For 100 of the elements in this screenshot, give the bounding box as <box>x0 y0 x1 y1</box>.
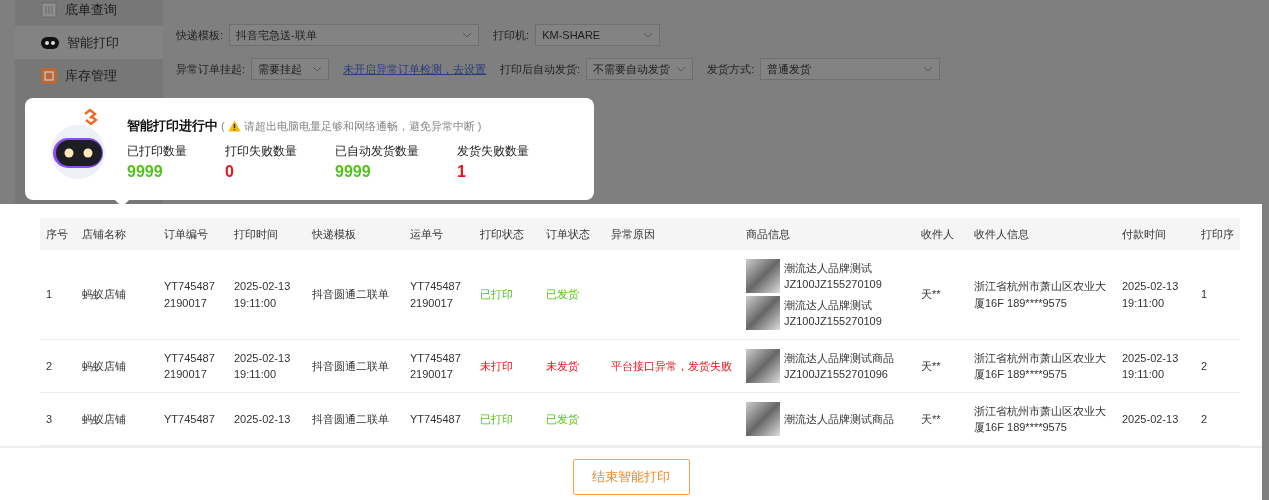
table-cell: 抖音圆通二联单 <box>312 359 389 372</box>
column-header: 收件人 <box>915 218 968 250</box>
caret-icon <box>462 32 473 38</box>
table-cell: 天** <box>921 288 941 301</box>
table-cell: 天** <box>921 359 941 372</box>
table-cell: 2 <box>1201 412 1208 425</box>
column-header: 快递模板 <box>306 218 404 250</box>
table-cell: YT745487 2190017 <box>410 351 461 380</box>
sidebar-item[interactable]: 智能打印 <box>15 26 163 59</box>
sidebar-item[interactable]: 底单查询 <box>15 0 163 26</box>
table-cell: 1 <box>1201 288 1208 301</box>
stat-label: 发货失败数量 <box>457 142 529 160</box>
column-header: 收件人信息 <box>968 218 1116 250</box>
popup-title: 智能打印进行中 <box>127 117 218 135</box>
status-text: 已打印 <box>480 288 513 301</box>
table-cell: 蚂蚁店铺 <box>82 288 126 301</box>
status-text: 未打印 <box>480 359 513 372</box>
table-cell: 2 <box>46 359 53 372</box>
stat-value: 0 <box>225 161 235 182</box>
table-cell: 2025-02-13 19:11:00 <box>1122 351 1179 380</box>
select-field[interactable]: 普通发货 <box>760 58 941 80</box>
table-cell: 天** <box>921 412 941 425</box>
select-field[interactable]: KM-SHARE <box>535 24 661 46</box>
stat-label: 打印失败数量 <box>225 142 297 160</box>
stat-label: 已自动发货数量 <box>335 142 419 160</box>
sidebar-label: 智能打印 <box>67 33 119 52</box>
sidebar-label: 库存管理 <box>65 66 117 85</box>
field-label: 打印后自动发货: <box>500 61 581 77</box>
table-cell: YT745487 2190017 <box>410 280 461 309</box>
stat-value: 1 <box>457 161 467 182</box>
table-cell: 蚂蚁店铺 <box>82 412 126 425</box>
product-name: 潮流达人品牌测试 <box>784 297 873 313</box>
warning-icon <box>227 119 241 132</box>
caret-icon <box>676 66 687 72</box>
end-print-button[interactable]: 结束智能打印 <box>572 459 690 495</box>
product-name: 潮流达人品牌测试商品 <box>784 350 894 366</box>
product-sku: JZ100JZ1552701096 <box>784 367 889 382</box>
product-sku: JZ100JZ155270109 <box>784 314 882 329</box>
status-text: 已打印 <box>480 412 513 425</box>
photo-placeholder <box>746 259 780 293</box>
field-label: 异常订单挂起: <box>176 61 246 77</box>
select-field[interactable]: 需要挂起 <box>251 58 330 80</box>
photo-placeholder <box>746 296 780 330</box>
column-header: 打印时间 <box>228 218 306 250</box>
table-cell: 蚂蚁店铺 <box>82 359 126 372</box>
table-cell: YT745487 2190017 <box>164 280 215 309</box>
field-label: 快递模板: <box>176 27 224 43</box>
table-cell: 2 <box>1201 359 1208 372</box>
table-cell: 抖音圆通二联单 <box>312 288 389 301</box>
table-cell: YT745487 <box>410 412 461 425</box>
stat-label: 已打印数量 <box>127 142 187 160</box>
table-cell: 1 <box>46 288 53 301</box>
list-icon <box>41 1 57 18</box>
status-text: 已发货 <box>546 412 579 425</box>
column-header: 订单状态 <box>540 218 605 250</box>
column-header: 打印状态 <box>474 218 540 250</box>
status-text: 已发货 <box>546 288 579 301</box>
product-sku: JZ100JZ155270109 <box>784 277 882 292</box>
field-label: 发货方式: <box>707 61 755 77</box>
table-cell: 3 <box>46 412 53 425</box>
caret-icon <box>312 66 323 72</box>
product-name: 潮流达人品牌测试商品 <box>784 411 894 427</box>
column-header: 序号 <box>40 218 76 250</box>
table-cell: 2025-02-13 19:11:00 <box>234 351 291 380</box>
table-cell: 2025-02-13 19:11:00 <box>234 280 291 309</box>
stat-value: 9999 <box>127 161 164 182</box>
warning-text: 请超出电脑电量足够和网络通畅，避免异常中断 <box>243 118 475 134</box>
paren-text: ( <box>221 118 225 134</box>
settings-link[interactable]: 未开启异常订单检测，去设置 <box>343 60 487 78</box>
column-header: 异常原因 <box>605 218 740 250</box>
paren-text: ) <box>477 118 482 134</box>
table-cell: 2025-02-13 <box>1122 412 1179 425</box>
sidebar-item[interactable]: 库存管理 <box>15 59 163 92</box>
column-header: 商品信息 <box>740 218 915 250</box>
box-icon <box>41 67 57 84</box>
column-header: 付款时间 <box>1116 218 1195 250</box>
status-text: 未发货 <box>546 359 579 372</box>
field-label: 打印机: <box>493 27 530 43</box>
product-name: 潮流达人品牌测试 <box>784 260 873 276</box>
stat-value: 9999 <box>335 161 372 182</box>
select-field[interactable]: 不需要自动发货 <box>586 58 694 80</box>
table-cell: 2025-02-13 <box>234 412 291 425</box>
column-header: 店铺名称 <box>76 218 158 250</box>
column-header: 订单编号 <box>158 218 228 250</box>
table-cell: 2025-02-13 19:11:00 <box>1122 280 1179 309</box>
select-field[interactable]: 抖音宅急送-联单 <box>229 24 480 46</box>
column-header: 运单号 <box>404 218 474 250</box>
table-cell: YT745487 <box>164 412 215 425</box>
error-text: 平台接口异常，发货失败 <box>611 359 732 372</box>
photo-placeholder <box>746 349 780 383</box>
caret-icon <box>923 66 934 72</box>
table-cell: 浙江省杭州市萧山区农业大厦16F 189****9575 <box>974 280 1106 309</box>
caret-icon <box>643 32 654 38</box>
column-header: 打印序 <box>1195 218 1240 250</box>
table-cell: YT745487 2190017 <box>164 351 215 380</box>
table-cell: 浙江省杭州市萧山区农业大厦16F 189****9575 <box>974 404 1106 433</box>
table-cell: 抖音圆通二联单 <box>312 412 389 425</box>
robot-icon <box>41 36 59 49</box>
table-cell: 浙江省杭州市萧山区农业大厦16F 189****9575 <box>974 351 1106 380</box>
sidebar-label: 底单查询 <box>65 0 117 19</box>
